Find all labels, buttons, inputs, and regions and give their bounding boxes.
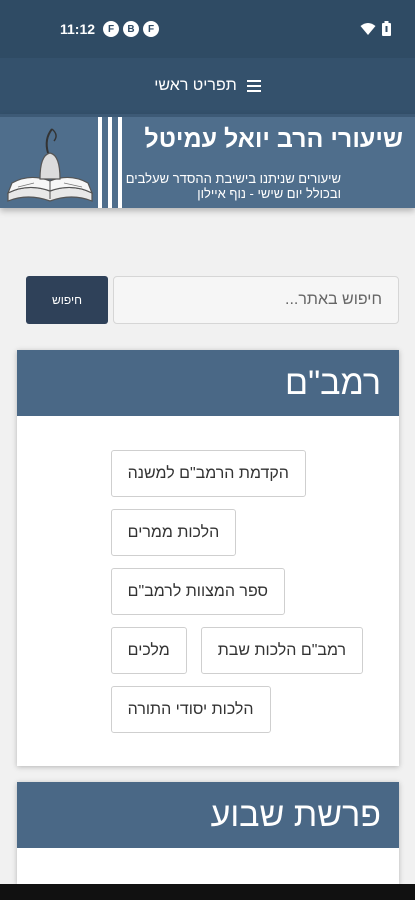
section-card-rambam: רמב"ם הקדמת הרמב"ם למשנה הלכות ממרים ספר… xyxy=(17,350,399,766)
status-time: 11:12 xyxy=(60,21,96,37)
topic-list: הקדמת הרמב"ם למשנה הלכות ממרים ספר המצוו… xyxy=(110,450,363,733)
notification-icon: F xyxy=(143,21,159,37)
notification-icon: B xyxy=(123,21,139,37)
system-icons xyxy=(360,21,391,36)
topic-row: רמב"ם הלכות שבת מלכים xyxy=(110,627,363,674)
system-navigation-bar xyxy=(0,884,415,900)
status-bar: 11:12 F B F xyxy=(0,0,415,58)
section-title: רמב"ם xyxy=(285,363,381,402)
topic-button[interactable]: רמב"ם הלכות שבת xyxy=(200,627,363,674)
main-menu-bar[interactable]: תפריט ראשי xyxy=(0,58,415,114)
search-button[interactable]: חיפוש xyxy=(26,276,108,324)
section-card-parasha: פרשת שבוע xyxy=(17,782,399,884)
notification-icon: F xyxy=(103,21,119,37)
topic-row: ספר המצוות לרמב"ם xyxy=(110,568,286,615)
battery-icon xyxy=(382,21,391,36)
search-input[interactable] xyxy=(113,276,399,324)
site-banner: שיעורי הרב יואל עמיטל שיעורים שניתנו ביש… xyxy=(0,114,415,208)
site-title: שיעורי הרב יואל עמיטל xyxy=(144,125,403,153)
section-header: רמב"ם xyxy=(17,350,399,416)
notification-icons: F B F xyxy=(103,21,159,37)
book-scroll-logo xyxy=(6,128,94,202)
topic-row: הלכות ממרים xyxy=(110,509,237,556)
banner-stripes xyxy=(96,117,126,208)
wifi-icon xyxy=(360,22,376,35)
search-bar: חיפוש xyxy=(26,276,399,324)
subtitle-line: ובכולל יום שישי - נוף איילון xyxy=(197,186,341,201)
topic-button[interactable]: ספר המצוות לרמב"ם xyxy=(110,568,286,615)
topic-row: הקדמת הרמב"ם למשנה xyxy=(110,450,306,497)
section-header: פרשת שבוע xyxy=(17,782,399,848)
topic-button[interactable]: הלכות יסודי התורה xyxy=(110,686,271,733)
hamburger-icon[interactable] xyxy=(246,80,261,92)
topic-button[interactable]: הלכות ממרים xyxy=(110,509,237,556)
topic-button[interactable]: מלכים xyxy=(110,627,187,674)
subtitle-line: שיעורים שניתנו בישיבת ההסדר שעלבים xyxy=(125,171,341,186)
site-subtitle: שיעורים שניתנו בישיבת ההסדר שעלבים ובכול… xyxy=(126,171,341,201)
section-title: פרשת שבוע xyxy=(210,795,381,834)
topic-row: הלכות יסודי התורה xyxy=(110,686,271,733)
main-menu-label[interactable]: תפריט ראשי xyxy=(154,77,237,95)
topic-button[interactable]: הקדמת הרמב"ם למשנה xyxy=(110,450,306,497)
